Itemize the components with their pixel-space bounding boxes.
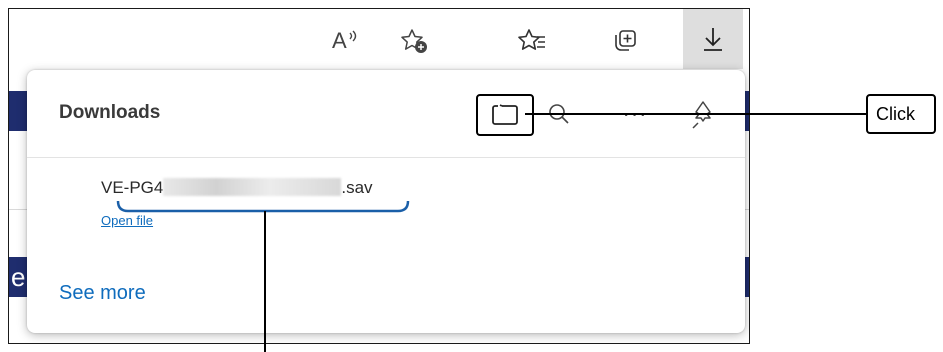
click-callout: Click [866,94,936,134]
canvas: A e Downloads ··· VE-PG4 .sav Open file … [0,0,943,352]
filename-bracket [116,200,410,213]
annotation-overlay [116,113,866,352]
